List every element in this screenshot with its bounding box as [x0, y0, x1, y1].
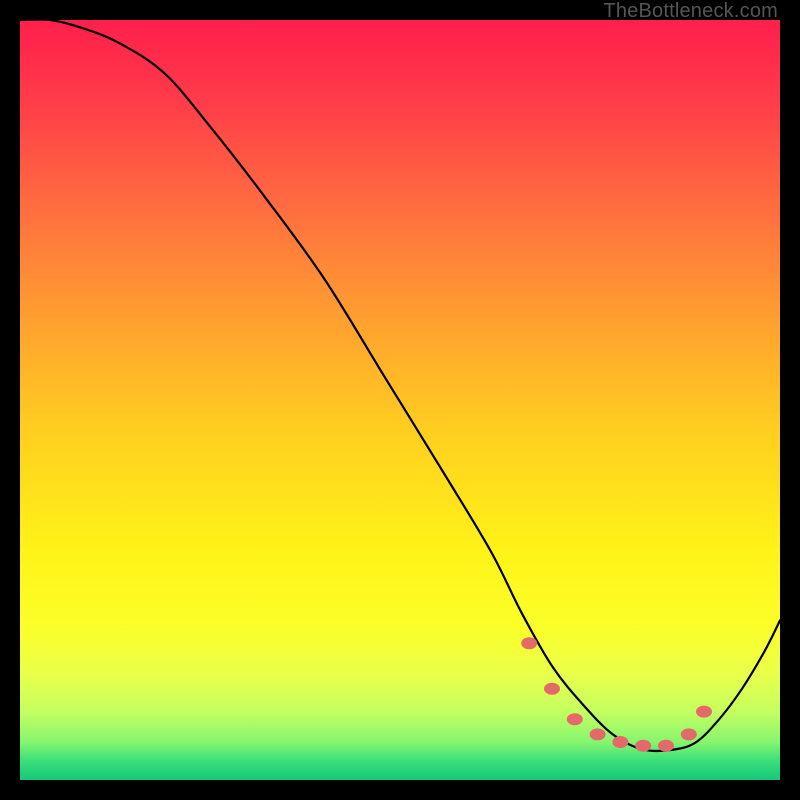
watermark-label: TheBottleneck.com	[603, 0, 778, 23]
minimum-dot	[681, 728, 697, 740]
minimum-dot	[635, 740, 651, 752]
minimum-dot	[544, 683, 560, 695]
minimum-dot	[590, 728, 606, 740]
minimum-dot	[521, 637, 537, 649]
minimum-dot	[612, 736, 628, 748]
minimum-dot	[658, 740, 674, 752]
minimum-dot	[567, 713, 583, 725]
minimum-dot	[696, 706, 712, 718]
chart-svg	[20, 20, 780, 780]
